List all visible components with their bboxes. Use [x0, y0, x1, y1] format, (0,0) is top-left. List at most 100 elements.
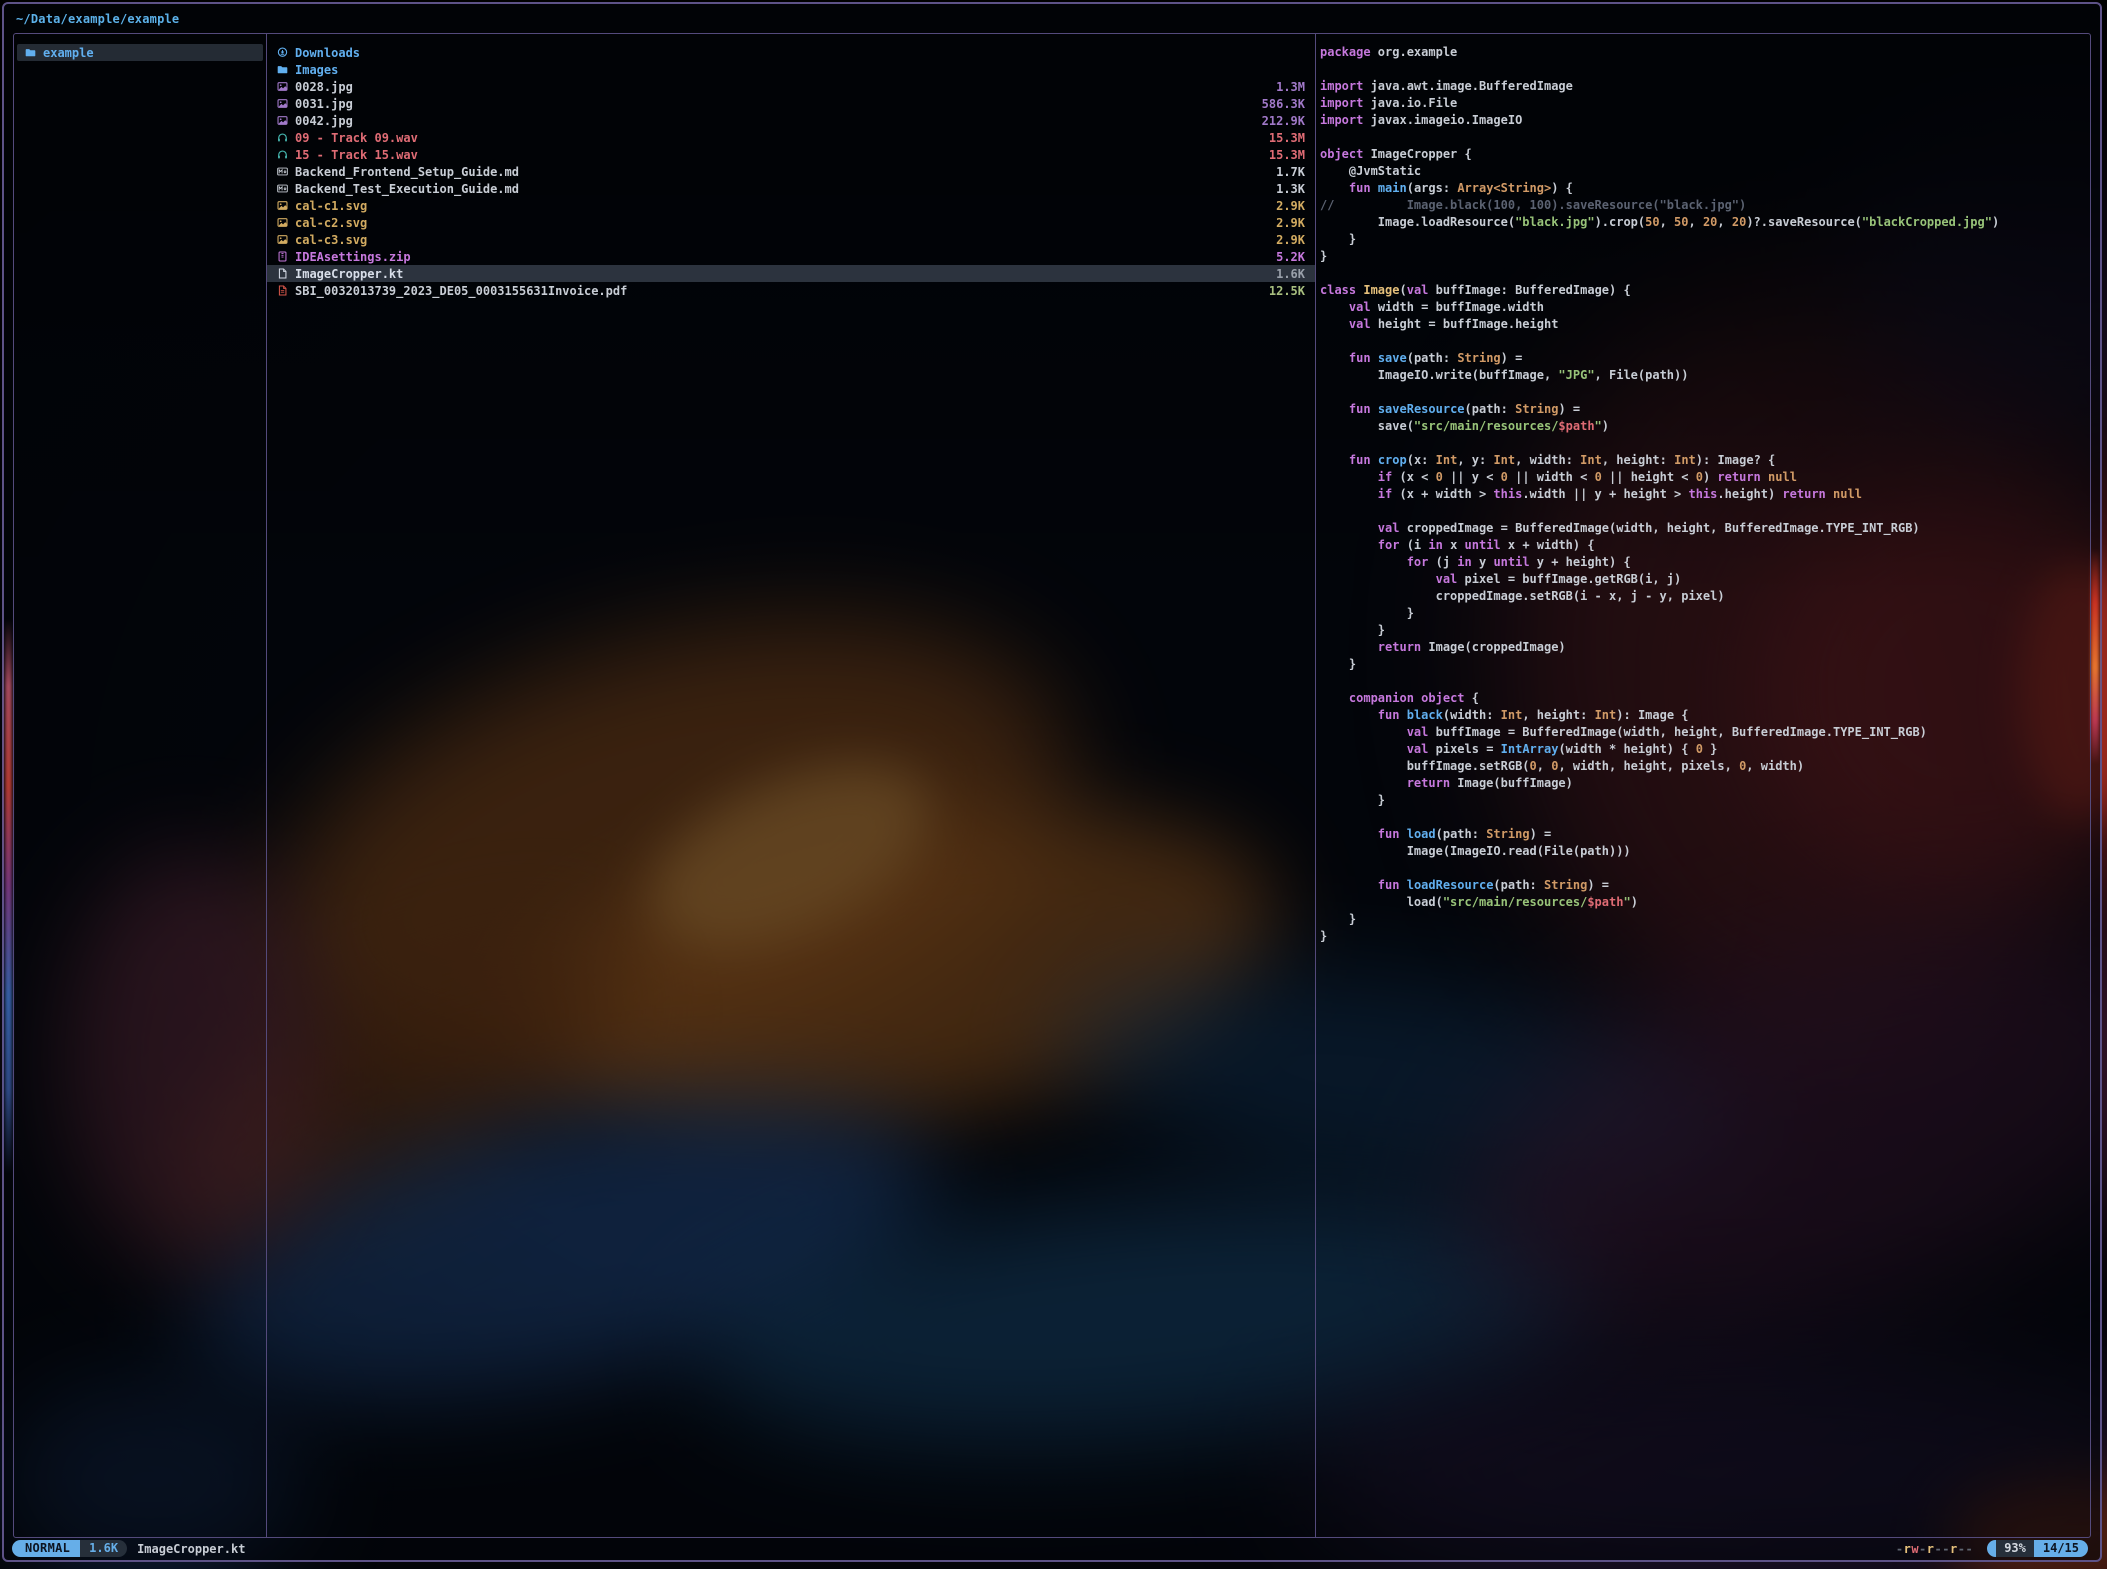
code-line: val height = buffImage.height	[1320, 316, 2090, 333]
code-line: package org.example	[1320, 44, 2090, 61]
code-line: fun crop(x: Int, y: Int, width: Int, hei…	[1320, 452, 2090, 469]
code-line: for (i in x until x + width) {	[1320, 537, 2090, 554]
file-row[interactable]: 0028.jpg1.3M	[267, 78, 1315, 95]
code-line: save("src/main/resources/$path")	[1320, 418, 2090, 435]
download-icon	[276, 46, 289, 59]
file-list-pane[interactable]: Downloads Images0028.jpg1.3M 0031.jpg 586.3…	[266, 34, 1316, 1537]
file-row[interactable]: Downloads	[267, 44, 1315, 61]
file-name: 09 - Track 09.wav	[295, 131, 418, 145]
preview-pane[interactable]: package org.example import java.awt.imag…	[1316, 34, 2090, 1537]
file-row[interactable]: 15 - Track 15.wav15.3M	[267, 146, 1315, 163]
code-line	[1320, 384, 2090, 401]
file-name: 0031.jpg	[295, 97, 353, 111]
panes-container: example DownloadsImages0028.jpg1.3M0031.…	[13, 33, 2091, 1538]
code-line: fun load(path: String) =	[1320, 826, 2090, 843]
code-line: import javax.imageio.ImageIO	[1320, 112, 2090, 129]
code-line: }	[1320, 792, 2090, 809]
audio-icon	[276, 131, 289, 144]
code-line: companion object {	[1320, 690, 2090, 707]
file-name: Images	[295, 63, 338, 77]
file-row[interactable]: Images	[267, 61, 1315, 78]
image-icon	[276, 216, 289, 229]
code-line	[1320, 265, 2090, 282]
file-row[interactable]: 09 - Track 09.wav 15.3M	[267, 129, 1315, 146]
file-size: 2.9K	[1276, 233, 1305, 247]
file-name: example	[43, 46, 94, 60]
code-line	[1320, 503, 2090, 520]
markdown-icon	[276, 182, 289, 195]
pdf-icon	[276, 284, 289, 297]
code-line: import java.awt.image.BufferedImage	[1320, 78, 2090, 95]
code-line: val width = buffImage.width	[1320, 299, 2090, 316]
file-row[interactable]: cal-c1.svg2.9K	[267, 197, 1315, 214]
file-row[interactable]: 0042.jpg212.9K	[267, 112, 1315, 129]
scroll-percent: 93%	[1996, 1540, 2034, 1557]
file-size: 1.6K	[1276, 267, 1305, 281]
parent-pane[interactable]: example	[14, 34, 266, 1537]
file-size: 15.3M	[1269, 148, 1305, 162]
code-line: object ImageCropper {	[1320, 146, 2090, 163]
file-name: Downloads	[295, 46, 360, 60]
file-name: cal-c2.svg	[295, 216, 367, 230]
code-line: import java.io.File	[1320, 95, 2090, 112]
mode-indicator: NORMAL	[12, 1540, 80, 1557]
file-row[interactable]: IDEAsettings.zip 5.2K	[267, 248, 1315, 265]
wallpaper-edge-strip-right	[2091, 549, 2099, 764]
archive-icon	[276, 250, 289, 263]
code-line: fun main(args: Array<String>) {	[1320, 180, 2090, 197]
file-size-badge: 1.6K	[80, 1540, 127, 1557]
code-line: croppedImage.setRGB(i - x, j - y, pixel)	[1320, 588, 2090, 605]
file-name: IDEAsettings.zip	[295, 250, 411, 264]
code-line: load("src/main/resources/$path")	[1320, 894, 2090, 911]
file-name: SBI_0032013739_2023_DE05_0003155631Invoi…	[295, 284, 627, 298]
code-line: if (x < 0 || y < 0 || width < 0 || heigh…	[1320, 469, 2090, 486]
status-bar-right: -rw-r--r-- 93% 14/15	[1896, 1540, 2088, 1557]
code-line: val buffImage = BufferedImage(width, hei…	[1320, 724, 2090, 741]
file-size: 1.3M	[1276, 80, 1305, 94]
file-size: 586.3K	[1262, 97, 1305, 111]
pill-cap	[1987, 1540, 1996, 1557]
code-line: Image.loadResource("black.jpg").crop(50,…	[1320, 214, 2090, 231]
file-row[interactable]: SBI_0032013739_2023_DE05_0003155631Invoi…	[267, 282, 1315, 299]
file-size: 2.9K	[1276, 199, 1305, 213]
file-row[interactable]: ImageCropper.kt 1.6K	[267, 265, 1315, 282]
file-icon	[276, 267, 289, 280]
image-icon	[276, 97, 289, 110]
file-row[interactable]: 0031.jpg 586.3K	[267, 95, 1315, 112]
code-line: // Image.black(100, 100).saveResource("b…	[1320, 197, 2090, 214]
code-line: }	[1320, 656, 2090, 673]
code-line: fun black(width: Int, height: Int): Imag…	[1320, 707, 2090, 724]
code-line: for (j in y until y + height) {	[1320, 554, 2090, 571]
image-icon	[276, 80, 289, 93]
code-line: return Image(croppedImage)	[1320, 639, 2090, 656]
code-line	[1320, 673, 2090, 690]
code-line: }	[1320, 622, 2090, 639]
status-bar: NORMAL 1.6K ImageCropper.kt -rw-r--r-- 9…	[12, 1540, 2088, 1557]
file-size: 1.7K	[1276, 165, 1305, 179]
file-row[interactable]: cal-c3.svg2.9K	[267, 231, 1315, 248]
file-size: 2.9K	[1276, 216, 1305, 230]
folder-icon	[276, 63, 289, 76]
wallpaper-edge-strip-left	[5, 619, 12, 1174]
file-size: 5.2K	[1276, 250, 1305, 264]
code-line: val pixels = IntArray(width * height) { …	[1320, 741, 2090, 758]
audio-icon	[276, 148, 289, 161]
code-line: }	[1320, 928, 2090, 945]
code-line: }	[1320, 248, 2090, 265]
file-row[interactable]: cal-c2.svg 2.9K	[267, 214, 1315, 231]
folder-icon	[24, 46, 37, 59]
code-line	[1320, 435, 2090, 452]
file-row[interactable]: Backend_Frontend_Setup_Guide.md1.7K	[267, 163, 1315, 180]
code-line: @JvmStatic	[1320, 163, 2090, 180]
file-size: 1.3K	[1276, 182, 1305, 196]
code-line: return Image(buffImage)	[1320, 775, 2090, 792]
code-line: fun saveResource(path: String) =	[1320, 401, 2090, 418]
parent-dir-row[interactable]: example	[17, 44, 263, 61]
file-size: 15.3M	[1269, 131, 1305, 145]
code-line: fun save(path: String) =	[1320, 350, 2090, 367]
code-line	[1320, 860, 2090, 877]
code-line: }	[1320, 231, 2090, 248]
file-name: ImageCropper.kt	[295, 267, 403, 281]
status-bar-left: NORMAL 1.6K ImageCropper.kt	[12, 1540, 245, 1557]
file-row[interactable]: Backend_Test_Execution_Guide.md1.3K	[267, 180, 1315, 197]
